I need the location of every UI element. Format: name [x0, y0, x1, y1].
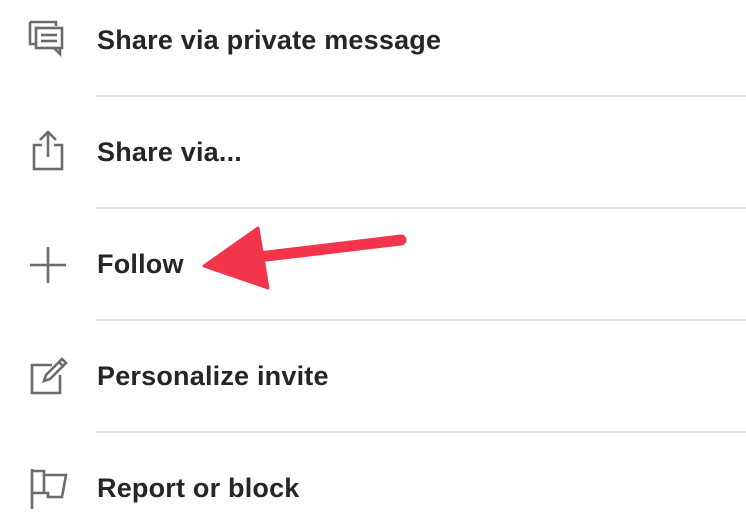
menu-item-share-private-message[interactable]: Share via private message: [0, 0, 746, 96]
menu-item-label: Report or block: [97, 473, 300, 503]
edit-pencil-icon: [22, 351, 72, 401]
share-options-menu: Share via private message Share via... F…: [0, 0, 746, 527]
message-bubbles-icon: [22, 16, 72, 66]
plus-icon: [22, 239, 72, 289]
menu-item-share-via[interactable]: Share via...: [0, 97, 746, 209]
flag-icon: [22, 463, 72, 513]
menu-item-label: Follow: [97, 249, 184, 279]
menu-item-label: Share via private message: [97, 25, 442, 55]
menu-item-follow[interactable]: Follow: [0, 209, 746, 321]
menu-item-label: Personalize invite: [97, 361, 329, 391]
menu-item-label: Share via...: [97, 137, 242, 167]
menu-item-report-or-block[interactable]: Report or block: [0, 433, 746, 527]
menu-item-personalize-invite[interactable]: Personalize invite: [0, 321, 746, 433]
share-upload-icon: [22, 127, 72, 177]
